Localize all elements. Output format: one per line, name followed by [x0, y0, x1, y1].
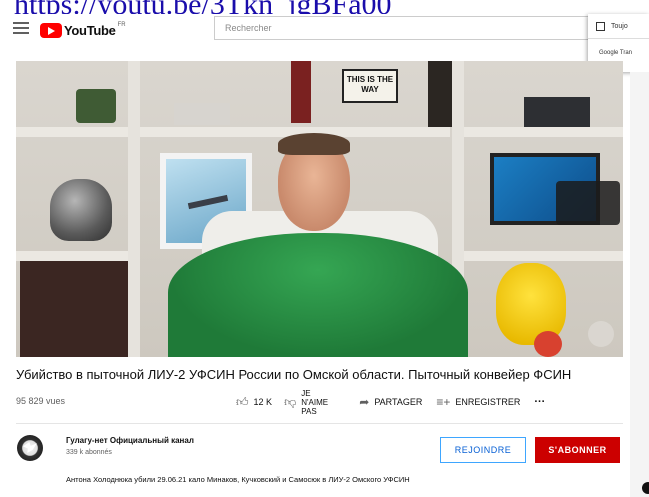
pokeball-figure: [534, 331, 562, 357]
watermark-icon: [588, 321, 614, 347]
plant-figure: [76, 89, 116, 123]
more-icon: ···: [534, 396, 546, 408]
youtube-play-icon: [40, 22, 62, 38]
save-label: ENREGISTRER: [455, 397, 521, 407]
subscriber-count: 339 k abonnés: [66, 449, 112, 456]
shelf-book: [428, 61, 452, 127]
dark-cabinet: [20, 261, 128, 357]
playlist-add-icon: ≡+: [436, 395, 451, 409]
search-box: [214, 16, 594, 40]
divider: [16, 423, 623, 424]
sign-plaque: THIS IS THE WAY: [342, 69, 398, 103]
more-actions-button[interactable]: ···: [534, 396, 545, 408]
hamburger-icon[interactable]: [13, 22, 29, 34]
logo-text: YouTube: [64, 22, 116, 38]
presenter-hair: [278, 133, 350, 155]
cables: [556, 181, 620, 225]
helmet-figure: [50, 179, 112, 241]
shelf: [464, 127, 623, 137]
like-button[interactable]: 👍︎ 12 K: [236, 395, 272, 410]
always-translate-checkbox[interactable]: [596, 22, 605, 31]
always-translate-option[interactable]: Toujo: [596, 22, 628, 31]
save-button[interactable]: ≡+ ENREGISTRER: [436, 395, 520, 409]
youtube-header: YouTube FR: [0, 14, 649, 44]
share-button[interactable]: ➦ PARTAGER: [359, 395, 422, 409]
channel-avatar[interactable]: [17, 435, 43, 461]
shelf-item: [524, 97, 590, 127]
share-arrow-icon: ➦: [359, 395, 370, 409]
dislike-button[interactable]: 👎︎ JE N'AIME PAS: [284, 389, 335, 416]
subscribe-button[interactable]: S'ABONNER: [535, 437, 620, 463]
search-input[interactable]: [215, 17, 593, 39]
shelf: [464, 251, 623, 261]
thumbs-down-icon: 👎︎: [284, 394, 297, 409]
video-actions: 👍︎ 12 K 👎︎ JE N'AIME PAS ➦ PARTAGER ≡+ E…: [236, 389, 545, 416]
scrollbar[interactable]: [630, 72, 649, 497]
video-title: Убийство в пыточной ЛИУ-2 УФСИН России п…: [16, 367, 572, 382]
shelf-book: [291, 61, 311, 123]
corner-dot: [642, 482, 649, 494]
youtube-logo[interactable]: YouTube FR: [40, 22, 126, 38]
shelf-item: [174, 103, 230, 125]
always-translate-label: Toujo: [611, 23, 628, 30]
logo-region: FR: [117, 22, 126, 28]
view-count: 95 829 vues: [16, 396, 66, 406]
like-count: 12 K: [253, 397, 273, 407]
video-player[interactable]: THIS IS THE WAY: [16, 61, 623, 357]
video-description: Антона Холоднюка убили 29.06.21 кало Мин…: [66, 475, 410, 484]
join-button[interactable]: REJOINDRE: [440, 437, 526, 463]
presenter-hoodie: [168, 233, 468, 357]
channel-name[interactable]: Гулагу-нет Официальный канал: [66, 436, 194, 445]
dislike-label: JE N'AIME PAS: [301, 388, 329, 416]
shelf: [16, 251, 128, 261]
shelf: [16, 127, 128, 137]
share-label: PARTAGER: [374, 397, 423, 407]
sign-text: THIS IS THE WAY: [346, 75, 394, 94]
shelf-upright: [128, 61, 140, 357]
bird-icon: [23, 442, 37, 453]
thumbs-up-icon: 👍︎: [236, 394, 249, 409]
google-translate-label[interactable]: Google Tran: [599, 50, 632, 56]
popup-divider: [588, 38, 649, 39]
